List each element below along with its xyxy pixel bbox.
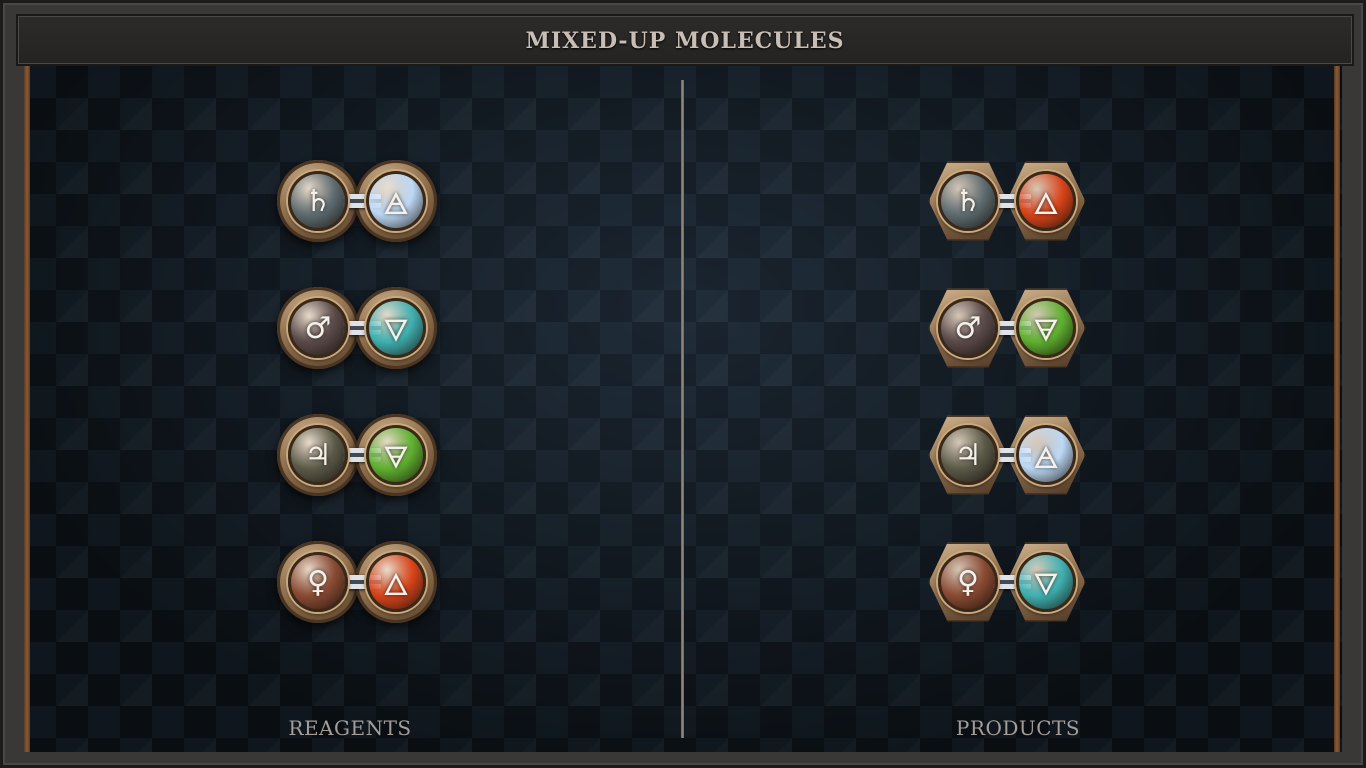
air-atom-icon[interactable]: 🜁 xyxy=(1016,425,1076,485)
reagent-molecule-2[interactable]: ♂ 🜄 xyxy=(277,287,447,377)
column-divider xyxy=(681,80,684,738)
earth-atom-icon[interactable]: 🜃 xyxy=(366,425,426,485)
venus-atom-icon[interactable]: ♀ xyxy=(288,552,348,612)
jupiter-atom-icon[interactable]: ♃ xyxy=(938,425,998,485)
reagent-molecule-3[interactable]: ♃ 🜃 xyxy=(277,414,447,504)
product-molecule-1[interactable]: ♄ 🜂 xyxy=(927,160,1097,250)
water-atom-icon[interactable]: 🜄 xyxy=(1016,552,1076,612)
left-rail xyxy=(24,66,30,752)
title-bar: MIXED-UP MOLECULES xyxy=(16,14,1354,66)
mars-atom-icon[interactable]: ♂ xyxy=(938,298,998,358)
product-molecule-3[interactable]: ♃ 🜁 xyxy=(927,414,1097,504)
saturn-atom-icon[interactable]: ♄ xyxy=(938,171,998,231)
reagent-molecule-4[interactable]: ♀ 🜂 xyxy=(277,541,447,631)
products-label: PRODUCTS xyxy=(955,716,1081,740)
product-molecule-4[interactable]: ♀ 🜄 xyxy=(927,541,1097,631)
air-atom-icon[interactable]: 🜁 xyxy=(366,171,426,231)
mars-atom-icon[interactable]: ♂ xyxy=(288,298,348,358)
page-title: MIXED-UP MOLECULES xyxy=(525,28,845,54)
jupiter-atom-icon[interactable]: ♃ xyxy=(288,425,348,485)
fire-atom-icon[interactable]: 🜂 xyxy=(366,552,426,612)
reagents-label: REAGENTS xyxy=(288,716,412,740)
venus-atom-icon[interactable]: ♀ xyxy=(938,552,998,612)
earth-atom-icon[interactable]: 🜃 xyxy=(1016,298,1076,358)
water-atom-icon[interactable]: 🜄 xyxy=(366,298,426,358)
reagent-molecule-1[interactable]: ♄ 🜁 xyxy=(277,160,447,250)
right-rail xyxy=(1334,66,1340,752)
product-molecule-2[interactable]: ♂ 🜃 xyxy=(927,287,1097,377)
fire-atom-icon[interactable]: 🜂 xyxy=(1016,171,1076,231)
saturn-atom-icon[interactable]: ♄ xyxy=(288,171,348,231)
